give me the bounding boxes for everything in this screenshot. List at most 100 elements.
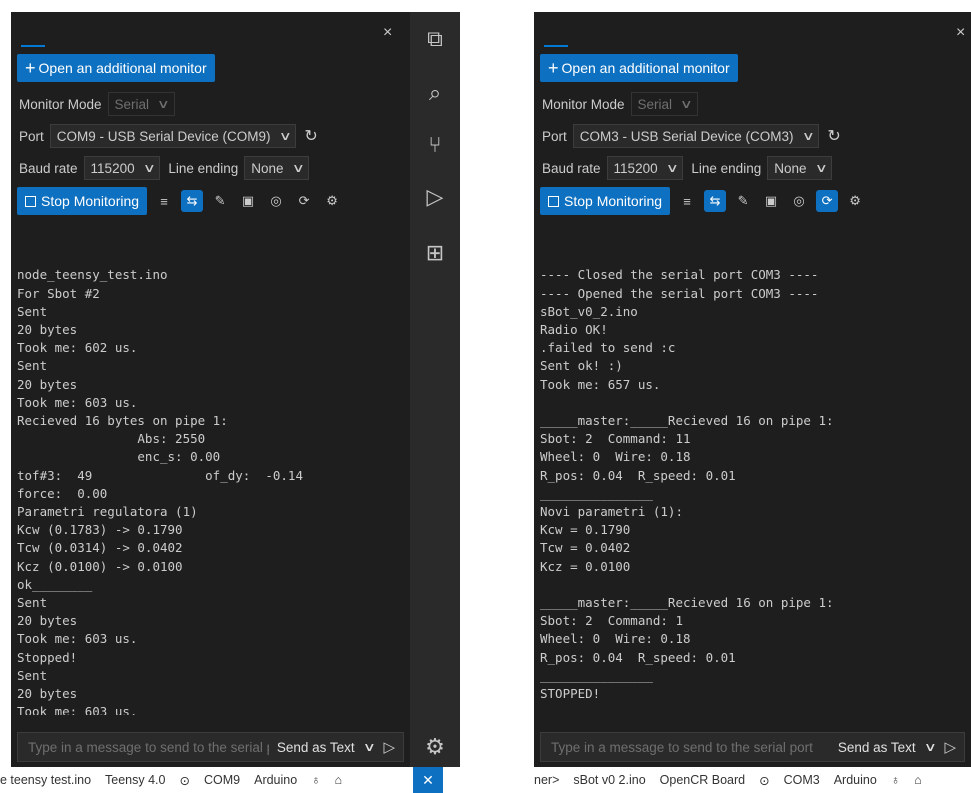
stop-monitoring-button[interactable]: Stop Monitoring (540, 187, 671, 215)
remote-indicator-icon[interactable]: ✕ (413, 767, 443, 793)
chevron-down-icon: ∨ (291, 161, 305, 175)
output-line: Took me: 603 us. (17, 394, 138, 410)
port-select[interactable]: COM9 - USB Serial Device (COM9) ∨ (49, 124, 297, 148)
send-as-text-select[interactable]: Send as Text ∨ (277, 740, 376, 755)
output-line: Took me: 603 us. (17, 631, 138, 647)
open-additional-monitor-button[interactable]: + Open an additional monitor (540, 54, 738, 82)
output-line: ---- Opened the serial port COM3 ---- (540, 285, 819, 301)
send-icon[interactable]: ▷ (944, 738, 956, 756)
plus-icon: + (25, 58, 36, 78)
copy-icon[interactable]: ⧉ (410, 26, 460, 52)
monitor-mode-select[interactable]: Serial ∨ (630, 92, 698, 116)
chevron-down-icon: ∨ (665, 161, 679, 175)
chevron-down-icon: ∨ (814, 161, 828, 175)
serial-output-lines: node_teensy_test.ino For Sbot #2 Sent 20 by… (17, 266, 406, 715)
extensions-icon[interactable]: ⊞ (410, 240, 460, 266)
line-ending-select[interactable]: None ∨ (244, 156, 310, 180)
manage-gear-icon[interactable]: ⚙ (410, 734, 460, 760)
output-line: Abs: 2550 (17, 431, 206, 447)
status-board[interactable]: Teensy 4.0 (105, 773, 165, 787)
status-port[interactable]: COM3 (784, 773, 820, 787)
output-line: Took me: 602 us. (17, 340, 138, 356)
monitor-mode-select[interactable]: Serial ∨ (107, 92, 175, 116)
tab-indicator (21, 45, 45, 47)
send-as-text-select[interactable]: Send as Text ∨ (838, 740, 937, 755)
clear-output-icon[interactable]: ≡ (153, 190, 175, 212)
output-line: Parametri regulatora (1) (17, 504, 198, 520)
status-board[interactable]: OpenCR Board (660, 773, 745, 787)
output-line: R_pos: 0.04 R_speed: 0.01 (540, 649, 736, 665)
output-line: _____master:_____Recieved 16 on pipe 1: (540, 413, 834, 429)
output-line: _______________ (540, 485, 653, 501)
stopwatch-icon[interactable]: ◎ (265, 190, 287, 212)
port-label: Port (19, 128, 44, 144)
output-line: STOPPED! (540, 686, 601, 702)
gear-icon[interactable]: ⚙ (844, 190, 866, 212)
gear-icon[interactable]: ⚙ (321, 190, 343, 212)
toggle-timestamp-icon[interactable]: ⇆ (704, 190, 727, 212)
message-input[interactable] (26, 738, 271, 756)
status-arduino[interactable]: Arduino (254, 773, 297, 787)
accounts-icon[interactable]: ♁ (311, 773, 320, 787)
accounts-icon[interactable]: ♁ (891, 773, 900, 787)
message-input[interactable] (549, 738, 832, 756)
baud-row: Baud rate 115200 ∨ Line ending None ∨ (542, 155, 833, 181)
send-icon[interactable]: ▷ (383, 738, 395, 756)
output-line: R_pos: 0.04 R_speed: 0.01 (540, 467, 736, 483)
stop-monitoring-button[interactable]: Stop Monitoring (17, 187, 148, 215)
baud-row: Baud rate 115200 ∨ Line ending None ∨ (19, 155, 310, 181)
toggle-timestamp-icon[interactable]: ⇆ (181, 190, 204, 212)
baud-rate-select[interactable]: 115200 ∨ (606, 156, 684, 180)
port-select[interactable]: COM3 - USB Serial Device (COM3) ∨ (572, 124, 820, 148)
terminal-icon[interactable]: ▣ (760, 190, 782, 212)
output-line: _______________ (540, 667, 653, 683)
connect-icon[interactable]: ✎ (732, 190, 754, 212)
serial-output[interactable]: ---- Closed the serial port COM3 ---- ---… (540, 230, 967, 715)
serial-monitor-panel-left: × + Open an additional monitor Monitor M… (11, 12, 410, 767)
output-line: Wheel: 0 Wire: 0.18 (540, 631, 691, 647)
terminal-icon[interactable]: ▣ (237, 190, 259, 212)
status-sketch-name[interactable]: e teensy test.ino (0, 773, 91, 787)
output-line: ok________ (17, 576, 93, 592)
refresh-icon[interactable]: ↻ (827, 126, 840, 146)
notifications-icon[interactable]: ⌂ (335, 773, 343, 787)
close-icon[interactable]: × (383, 24, 392, 42)
chevron-down-icon: ∨ (156, 97, 171, 111)
port-label: Port (542, 128, 567, 144)
output-line: Sent (17, 303, 48, 319)
refresh-icon[interactable]: ↻ (304, 126, 317, 146)
output-line: enc_s: 0.00 (17, 449, 221, 465)
autoscroll-icon[interactable]: ⟳ (293, 190, 315, 212)
close-icon[interactable]: × (956, 24, 965, 42)
chevron-down-icon: ∨ (801, 129, 815, 143)
tab-indicator (544, 45, 568, 47)
output-line: Sent ok! :) (540, 358, 623, 374)
autoscroll-icon[interactable]: ⟳ (816, 190, 839, 212)
search-icon[interactable]: ⌕ (410, 80, 460, 106)
notifications-icon[interactable]: ⌂ (914, 773, 922, 787)
run-debug-icon[interactable]: ▷ (410, 184, 460, 210)
stopwatch-icon[interactable]: ◎ (788, 190, 810, 212)
status-port[interactable]: COM9 (204, 773, 240, 787)
source-control-icon[interactable]: ⑂ (410, 132, 460, 158)
monitor-mode-value: Serial (637, 96, 673, 112)
connect-icon[interactable]: ✎ (209, 190, 231, 212)
monitor-mode-row: Monitor Mode Serial ∨ (19, 91, 175, 117)
clear-output-icon[interactable]: ≡ (676, 190, 698, 212)
status-sketch-name[interactable]: sBot v0 2.ino (573, 773, 645, 787)
output-line: Stopped! (17, 649, 78, 665)
baud-rate-select[interactable]: 115200 ∨ (83, 156, 161, 180)
status-arduino[interactable]: Arduino (834, 773, 877, 787)
baud-rate-value: 115200 (90, 160, 135, 176)
output-line: 20 bytes (17, 376, 78, 392)
chevron-down-icon: ∨ (142, 161, 156, 175)
send-message-bar: Send as Text ∨ ▷ (540, 732, 965, 762)
monitor-mode-value: Serial (114, 96, 150, 112)
open-additional-monitor-button[interactable]: + Open an additional monitor (17, 54, 215, 82)
output-line: Kcz (0.0100) -> 0.0100 (17, 558, 183, 574)
line-ending-select[interactable]: None ∨ (767, 156, 833, 180)
line-ending-value: None (251, 160, 284, 176)
serial-output[interactable]: node_teensy_test.ino For Sbot #2 Sent 20 by… (17, 230, 406, 715)
chevron-down-icon: ∨ (278, 129, 292, 143)
output-line: Took me: 657 us. (540, 376, 661, 392)
